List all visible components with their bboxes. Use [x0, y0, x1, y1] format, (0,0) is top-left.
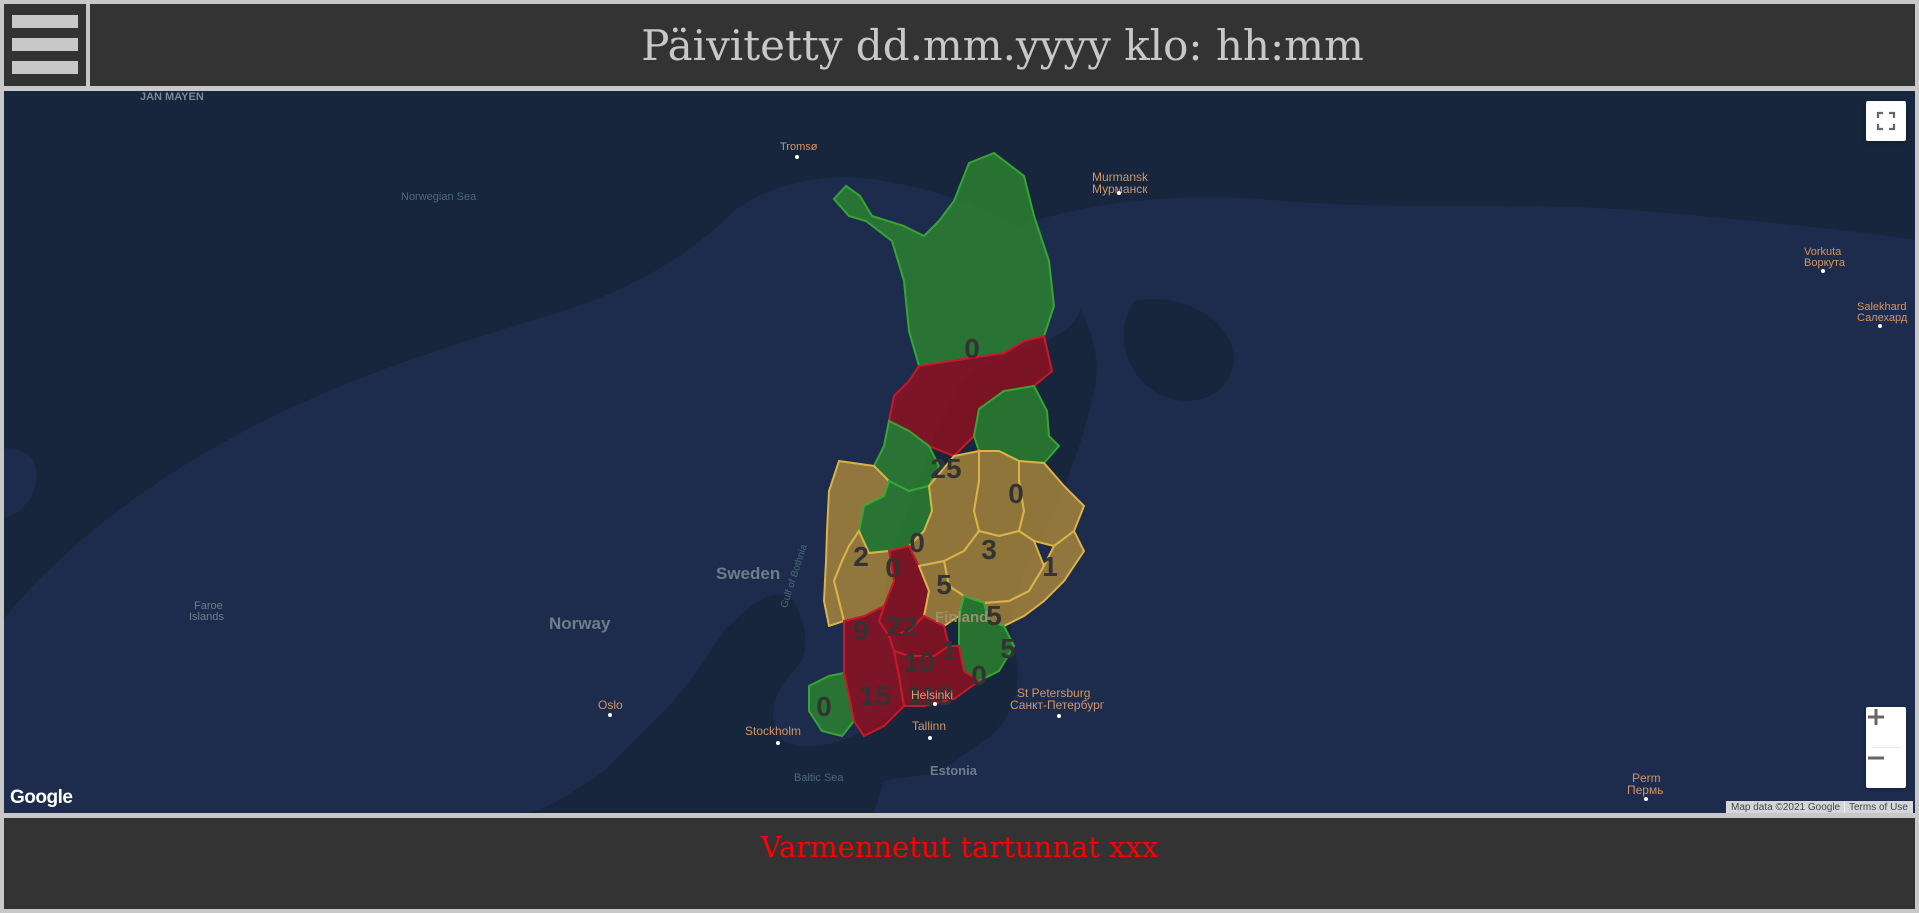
map[interactable]: 0 25 0 0 2 0 5 3 1 9 22 5 1 5 10 0 0 15 … — [4, 91, 1915, 813]
map-label-baltic-sea: Baltic Sea — [794, 772, 844, 784]
city-dot-oslo — [608, 713, 612, 717]
city-dot-murmansk — [1117, 191, 1121, 195]
map-label-oslo: Oslo — [598, 698, 623, 712]
map-label-perm-ru: Пермь — [1627, 783, 1664, 797]
region-value-kanta-hame: 10 — [903, 647, 934, 678]
hamburger-menu-icon — [12, 15, 78, 28]
region-value-kymenlaakso: 0 — [971, 660, 987, 691]
city-dot-stockholm — [776, 741, 780, 745]
region-value-kainuu: 0 — [1008, 478, 1024, 509]
region-value-satakunta: 9 — [853, 615, 869, 646]
header: Päivitetty dd.mm.yyyy klo: hh:mm — [90, 4, 1915, 86]
zoom-controls — [1866, 707, 1906, 788]
zoom-out-button[interactable] — [1866, 748, 1906, 788]
map-label-st-petersburg-ru: Санкт-Петербург — [1010, 698, 1105, 712]
fullscreen-button[interactable] — [1866, 101, 1906, 141]
region-value-pohjois-savo: 3 — [981, 534, 997, 565]
plus-icon — [1868, 709, 1884, 725]
region-value-vaasa: 2 — [853, 541, 869, 572]
map-label-estonia: Estonia — [930, 763, 977, 778]
region-value-pirkanmaa: 22 — [886, 611, 917, 642]
map-label-salekhard-ru: Салехард — [1857, 312, 1908, 324]
map-data-attribution[interactable]: Map data ©2021 Google — [1726, 801, 1846, 813]
city-dot-perm — [1644, 797, 1648, 801]
city-dot-tromso — [795, 155, 799, 159]
map-label-sweden: Sweden — [716, 564, 781, 583]
region-value-etela-savo: 5 — [986, 600, 1002, 631]
map-label-norway: Norway — [549, 614, 611, 633]
map-label-vorkuta-ru: Воркута — [1804, 257, 1846, 269]
zoom-in-button[interactable] — [1866, 707, 1906, 747]
hamburger-menu-icon-bar — [12, 61, 78, 74]
region-value-varsinais-suomi: 15 — [859, 680, 890, 711]
region-value-paijat-hame: 1 — [941, 635, 957, 666]
region-value-etela-karjala: 5 — [1000, 633, 1016, 664]
menu-button[interactable] — [4, 4, 86, 86]
hamburger-menu-icon-bar — [12, 38, 78, 51]
map-label-finland: Finland — [935, 609, 989, 626]
map-label-tallinn: Tallinn — [912, 719, 947, 733]
city-dot-salekhard — [1878, 324, 1882, 328]
map-label-jan-mayen: JAN MAYEN — [140, 91, 204, 103]
page-title: Päivitetty dd.mm.yyyy klo: hh:mm — [641, 20, 1364, 70]
map-label-helsinki: Helsinki — [911, 688, 954, 702]
map-label-islands: Islands — [189, 611, 224, 623]
land-estonia — [874, 774, 1044, 813]
city-dot-vorkuta — [1821, 269, 1825, 273]
google-logo[interactable]: Google — [10, 787, 73, 809]
city-dot-tallinn — [928, 736, 932, 740]
map-canvas: 0 25 0 0 2 0 5 3 1 9 22 5 1 5 10 0 0 15 … — [4, 151, 1915, 813]
map-label-norwegian-sea: Norwegian Sea — [401, 191, 477, 203]
region-value-etela-pohjanmaa: 0 — [885, 552, 901, 583]
fullscreen-icon — [1876, 111, 1896, 131]
region-value-pohjois-karjala: 1 — [1042, 551, 1058, 582]
region-value-ahvenanmaa: 0 — [816, 691, 832, 722]
region-value-keski-pohjanmaa: 0 — [909, 527, 925, 558]
region-value-keski-suomi: 5 — [936, 569, 952, 600]
city-dot-helsinki — [933, 702, 937, 706]
confirmed-infections-text: Varmennetut tartunnat xxx — [760, 830, 1159, 864]
minus-icon — [1868, 756, 1884, 760]
land-iceland — [4, 448, 37, 517]
footer: Varmennetut tartunnat xxx — [4, 818, 1915, 909]
terms-of-use-link[interactable]: Terms of Use — [1844, 801, 1913, 813]
map-label-tromso: Tromsø — [780, 141, 818, 153]
city-dot-st-petersburg — [1057, 714, 1061, 718]
region-value-lappi: 0 — [964, 333, 980, 364]
region-value-lansi-pohja: 25 — [930, 453, 961, 484]
map-label-stockholm: Stockholm — [745, 724, 802, 738]
